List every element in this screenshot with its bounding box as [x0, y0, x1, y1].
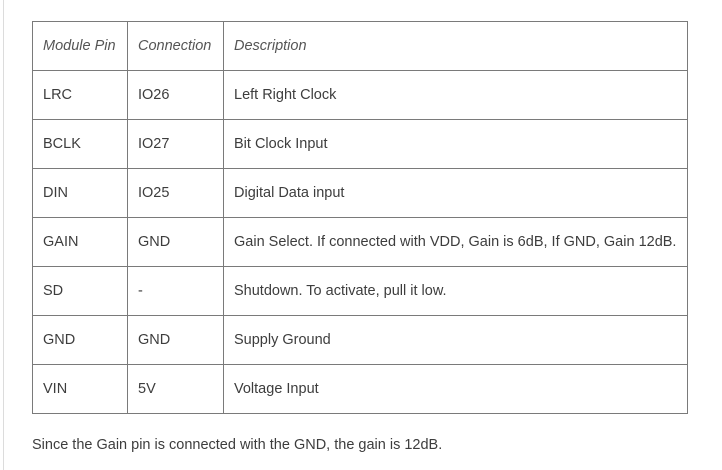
table-row: GND GND Supply Ground — [32, 315, 688, 365]
connection-cell: IO25 — [127, 168, 224, 218]
table-row: LRC IO26 Left Right Clock — [32, 70, 688, 120]
table-row: SD - Shutdown. To activate, pull it low. — [32, 266, 688, 316]
description-cell: Supply Ground — [223, 315, 688, 365]
description-cell: Bit Clock Input — [223, 119, 688, 169]
description-cell: Voltage Input — [223, 364, 688, 414]
connection-cell: GND — [127, 315, 224, 365]
module-pin-cell: SD — [32, 266, 128, 316]
module-pin-cell: GAIN — [32, 217, 128, 267]
description-cell: Digital Data input — [223, 168, 688, 218]
description-cell: Gain Select. If connected with VDD, Gain… — [223, 217, 688, 267]
description-cell: Shutdown. To activate, pull it low. — [223, 266, 688, 316]
connection-cell: 5V — [127, 364, 224, 414]
connection-cell: - — [127, 266, 224, 316]
module-pin-cell: LRC — [32, 70, 128, 120]
table-row: GAIN GND Gain Select. If connected with … — [32, 217, 688, 267]
description-cell: Left Right Clock — [223, 70, 688, 120]
module-pin-cell: DIN — [32, 168, 128, 218]
module-pin-cell: GND — [32, 315, 128, 365]
header-module-pin: Module Pin — [32, 21, 128, 71]
table-row: VIN 5V Voltage Input — [32, 364, 688, 414]
header-connection: Connection — [127, 21, 224, 71]
pin-connection-table: Module Pin Connection Description LRC IO… — [32, 21, 688, 414]
table-header-row: Module Pin Connection Description — [32, 21, 688, 71]
table-row: BCLK IO27 Bit Clock Input — [32, 119, 688, 169]
connection-cell: IO26 — [127, 70, 224, 120]
content-left-border — [3, 0, 4, 470]
table-row: DIN IO25 Digital Data input — [32, 168, 688, 218]
gain-note-paragraph: Since the Gain pin is connected with the… — [32, 437, 443, 453]
connection-cell: GND — [127, 217, 224, 267]
module-pin-cell: VIN — [32, 364, 128, 414]
connection-cell: IO27 — [127, 119, 224, 169]
module-pin-cell: BCLK — [32, 119, 128, 169]
header-description: Description — [223, 21, 688, 71]
